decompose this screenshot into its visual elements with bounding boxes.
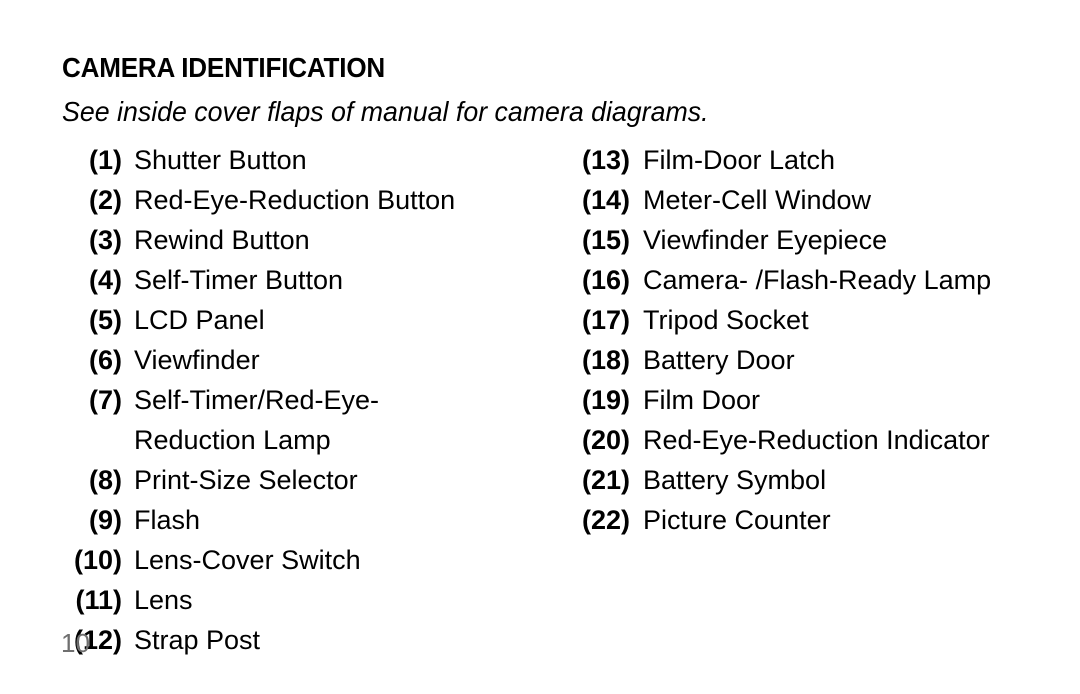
list-item: (3) Rewind Button	[0, 220, 540, 260]
list-item: (15) Viewfinder Eyepiece	[506, 220, 1080, 260]
part-item-label: Self-Timer Button	[134, 265, 344, 295]
part-item-label: Battery Door	[643, 345, 795, 375]
list-item: (21) Battery Symbol	[506, 460, 1080, 500]
part-item-label: Lens-Cover Switch	[134, 545, 361, 575]
part-item-number: (4)	[89, 265, 122, 295]
part-item-label: Film Door	[643, 385, 761, 415]
camera-parts-list-right: (13) Film-Door Latch (14) Meter-Cell Window…	[506, 140, 1080, 540]
part-item-number: (3)	[89, 225, 122, 255]
part-item-label: Shutter Button	[134, 145, 307, 175]
list-item: (8) Print-Size Selector	[0, 460, 540, 500]
list-item: (22) Picture Counter	[506, 500, 1080, 540]
part-item-number: (9)	[89, 505, 122, 535]
part-item-label: Strap Post	[134, 625, 261, 655]
list-item: (2) Red-Eye-Reduction Button	[0, 180, 540, 220]
manual-page: CAMERA IDENTIFICATION See inside cover f…	[0, 0, 1080, 694]
part-item-label: Battery Symbol	[643, 465, 827, 495]
page-title: CAMERA IDENTIFICATION	[62, 52, 386, 83]
part-item-label: Film-Door Latch	[643, 145, 836, 175]
camera-parts-list-left: (1) Shutter Button (2) Red-Eye-Reduction Bu…	[0, 140, 540, 660]
part-item-number: (6)	[89, 345, 122, 375]
part-item-label: Picture Counter	[643, 505, 831, 535]
part-item-label: Print-Size Selector	[134, 465, 358, 495]
part-item-label: Flash	[134, 505, 201, 535]
part-item-number: (1)	[89, 145, 122, 175]
page-subtitle: See inside cover flaps of manual for cam…	[62, 96, 709, 127]
list-item: (16) Camera- /Flash-Ready Lamp	[506, 260, 1080, 300]
page-number: 10	[61, 628, 90, 658]
part-item-label: Lens	[134, 585, 193, 615]
part-item-number: (11)	[75, 585, 122, 615]
part-item-number: (8)	[89, 465, 122, 495]
list-item: (1) Shutter Button	[0, 140, 540, 180]
list-item: (17) Tripod Socket	[506, 300, 1080, 340]
part-item-number: (7)	[89, 385, 122, 415]
part-item-label: Self-Timer/Red-Eye- Reduction Lamp	[134, 385, 380, 455]
part-item-number: (22)	[581, 505, 630, 535]
part-item-number: (5)	[89, 305, 122, 335]
list-item: (9) Flash	[0, 500, 540, 540]
part-item-label: Red-Eye-Reduction Button	[134, 185, 456, 215]
part-item-label: Tripod Socket	[643, 305, 809, 335]
part-item-number: (10)	[73, 545, 122, 575]
list-item: (4) Self-Timer Button	[0, 260, 540, 300]
part-item-number: (21)	[581, 465, 630, 495]
list-item: (18) Battery Door	[506, 340, 1080, 380]
part-item-label: Meter-Cell Window	[643, 185, 872, 215]
part-item-label: Viewfinder	[134, 345, 260, 375]
part-item-number: (18)	[581, 345, 630, 375]
list-item: (5) LCD Panel	[0, 300, 540, 340]
part-item-number: (16)	[581, 265, 630, 295]
list-item: (19) Film Door	[506, 380, 1080, 420]
part-item-label: Camera- /Flash-Ready Lamp	[643, 265, 992, 295]
part-item-number: (13)	[581, 145, 630, 175]
part-item-label: Rewind Button	[134, 225, 310, 255]
part-item-number: (17)	[581, 305, 630, 335]
list-item: (10) Lens-Cover Switch	[0, 540, 540, 580]
part-item-number: (15)	[581, 225, 630, 255]
list-item: (7) Self-Timer/Red-Eye- Reduction Lamp	[0, 380, 540, 460]
part-item-number: (20)	[581, 425, 630, 455]
part-item-number: (2)	[89, 185, 122, 215]
part-item-number: (14)	[581, 185, 630, 215]
list-item: (20) Red-Eye-Reduction Indicator	[506, 420, 1080, 460]
part-item-number: (19)	[581, 385, 630, 415]
list-item: (13) Film-Door Latch	[506, 140, 1080, 180]
part-item-label: Red-Eye-Reduction Indicator	[643, 425, 990, 455]
list-item: (11) Lens	[0, 580, 540, 620]
part-item-label: Viewfinder Eyepiece	[643, 225, 888, 255]
list-item: (14) Meter-Cell Window	[506, 180, 1080, 220]
list-item: (6) Viewfinder	[0, 340, 540, 380]
part-item-label: LCD Panel	[134, 305, 265, 335]
